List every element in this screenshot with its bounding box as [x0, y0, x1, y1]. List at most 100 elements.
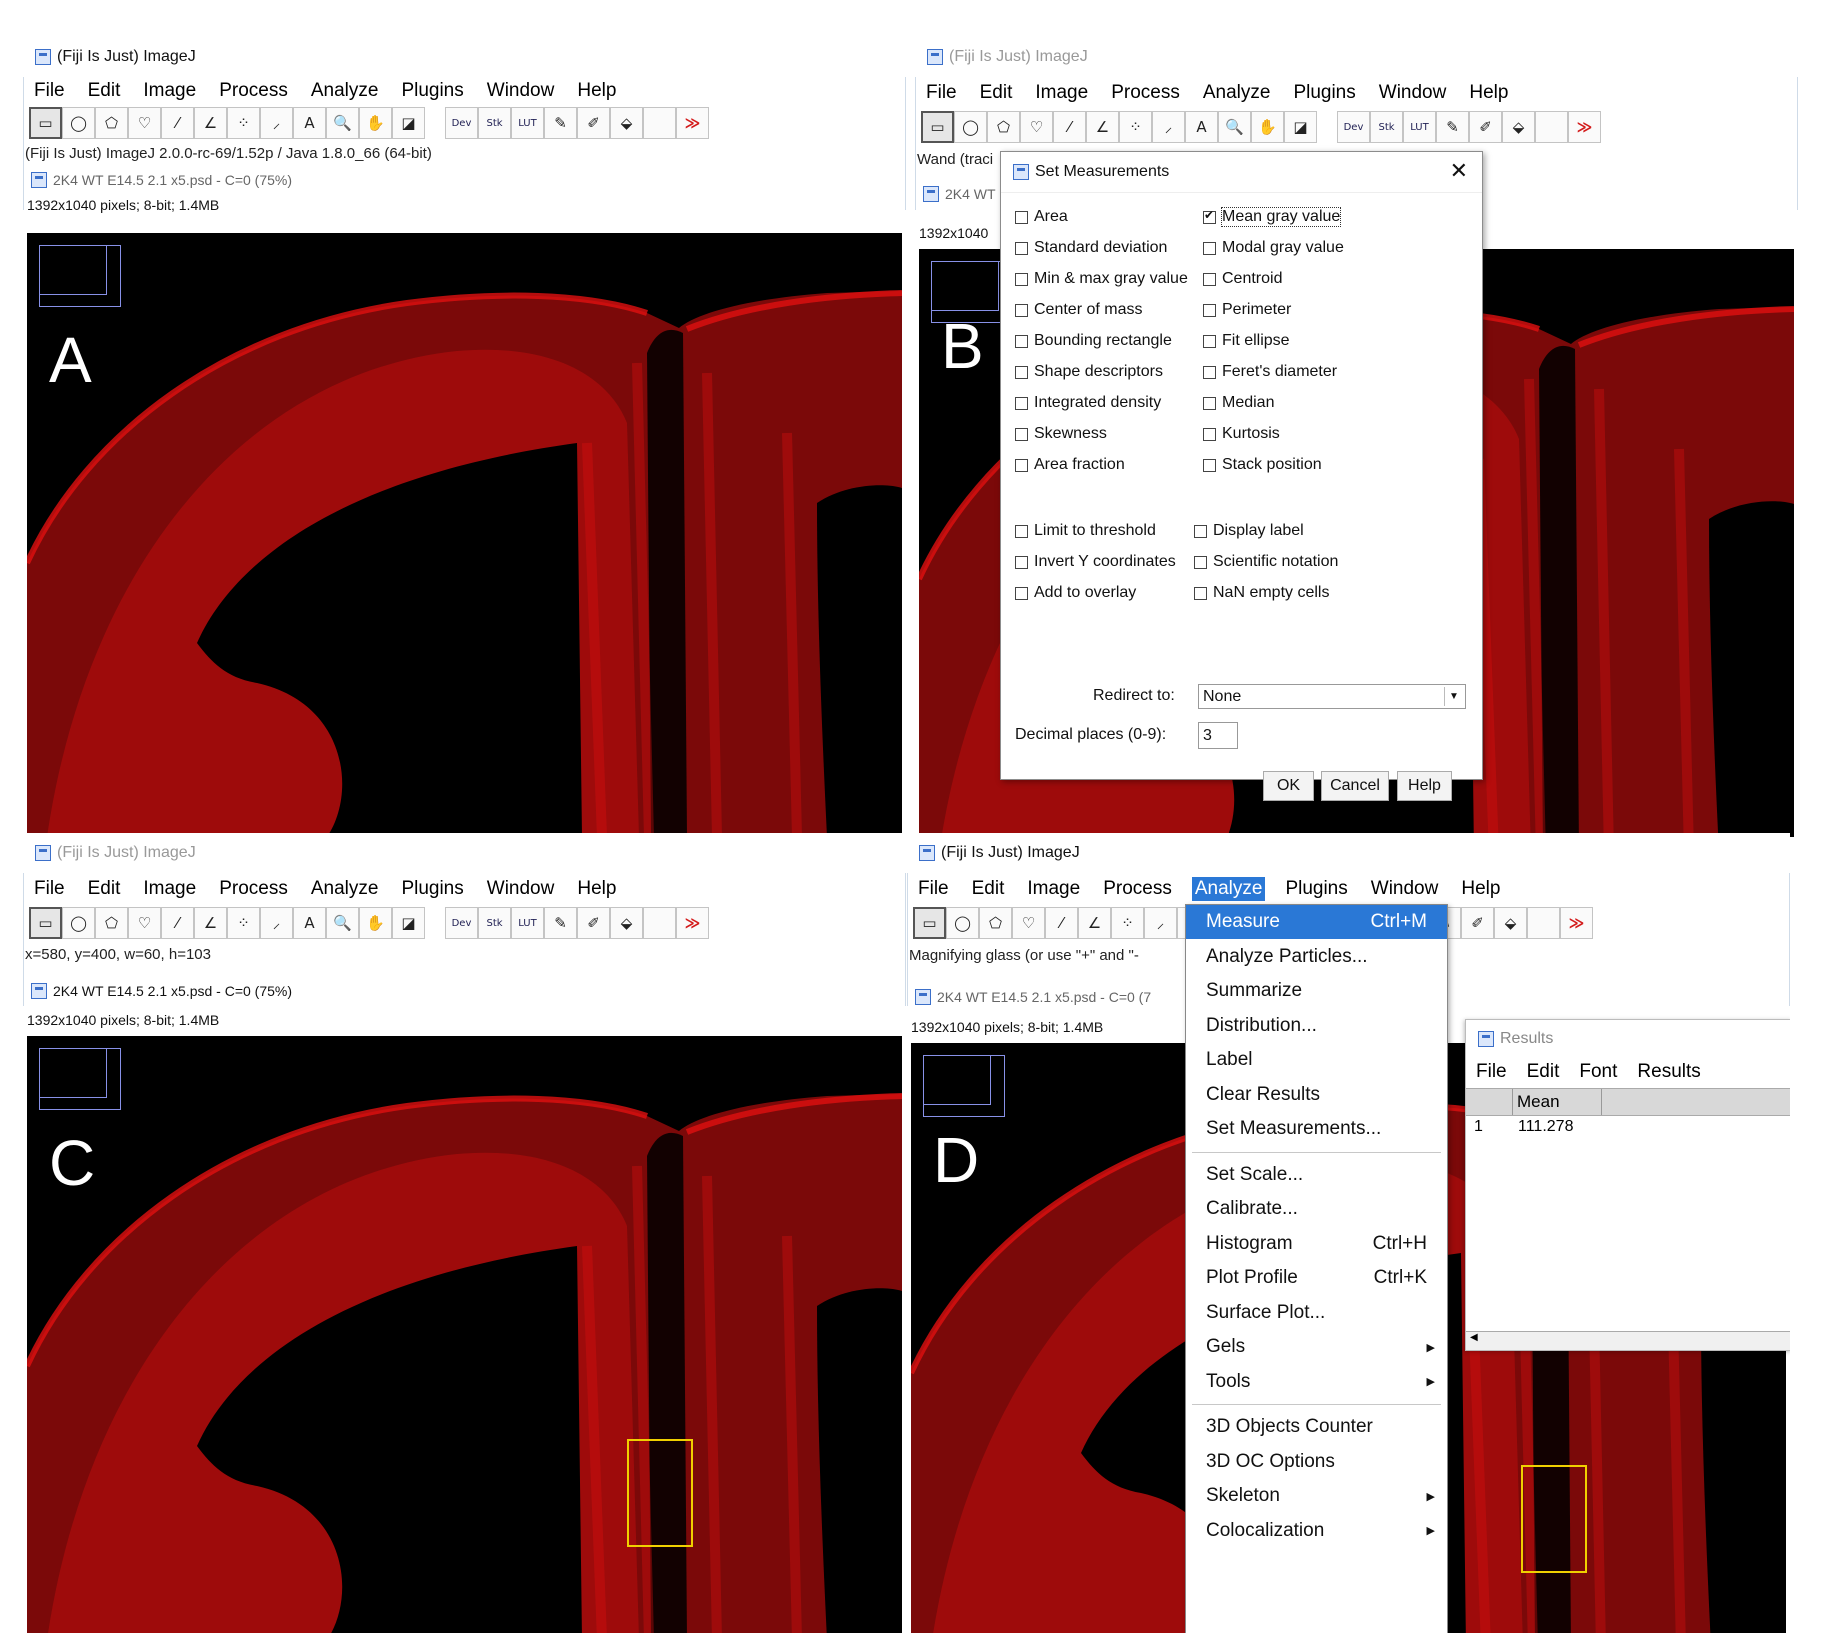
- point-tool-icon[interactable]: ⁘: [1119, 111, 1152, 143]
- checkbox-feret-s-diameter[interactable]: Feret's diameter: [1203, 363, 1337, 381]
- wand-tool-icon[interactable]: ⸝: [1144, 907, 1177, 939]
- dropper-tool-icon[interactable]: ◪: [392, 907, 425, 939]
- wand-tool-icon[interactable]: ⸝: [260, 907, 293, 939]
- hand-tool-icon[interactable]: ✋: [359, 907, 392, 939]
- menu-file[interactable]: File: [31, 79, 68, 103]
- point-tool-icon[interactable]: ⁘: [1111, 907, 1144, 939]
- menu-window[interactable]: Window: [484, 79, 558, 103]
- checkbox-box[interactable]: [1015, 272, 1028, 286]
- text-tool-icon[interactable]: A: [293, 907, 326, 939]
- menu-plugins[interactable]: Plugins: [398, 79, 466, 103]
- flood-fill-tool-icon[interactable]: ⬙: [1494, 907, 1527, 939]
- menu-item-histogram[interactable]: Histogram Ctrl+H: [1186, 1227, 1447, 1261]
- checkbox-box[interactable]: [1203, 334, 1216, 348]
- menu-window[interactable]: Window: [1376, 81, 1450, 105]
- checkbox-box[interactable]: [1203, 458, 1216, 472]
- lut-tool-icon[interactable]: LUT: [511, 107, 544, 139]
- lut-tool-icon[interactable]: LUT: [511, 907, 544, 939]
- ok-button[interactable]: OK: [1263, 771, 1314, 801]
- results-menu-edit[interactable]: Edit: [1527, 1061, 1560, 1083]
- flood-fill-tool-icon[interactable]: ⬙: [610, 907, 643, 939]
- checkbox-box[interactable]: [1015, 555, 1028, 569]
- checkbox-box[interactable]: [1015, 396, 1028, 410]
- checkbox-min-max-gray-value[interactable]: Min & max gray value: [1015, 270, 1188, 288]
- brush-tool-icon[interactable]: ✐: [1461, 907, 1494, 939]
- brush-tool-icon[interactable]: ✐: [1469, 111, 1502, 143]
- stk-tool-icon[interactable]: Stk: [478, 907, 511, 939]
- polygon-tool-icon[interactable]: ⬠: [987, 111, 1020, 143]
- oval-tool-icon[interactable]: ◯: [954, 111, 987, 143]
- flood-fill-tool-icon[interactable]: ⬙: [1502, 111, 1535, 143]
- decimal-places-field[interactable]: 3: [1198, 722, 1238, 749]
- pencil-tool-icon[interactable]: ✎: [1436, 111, 1469, 143]
- menu-item-plot-profile[interactable]: Plot Profile Ctrl+K: [1186, 1261, 1447, 1295]
- rectangle-tool-icon[interactable]: ▭: [913, 907, 946, 939]
- polygon-tool-icon[interactable]: ⬠: [979, 907, 1012, 939]
- stk-tool-icon[interactable]: Stk: [1370, 111, 1403, 143]
- oval-tool-icon[interactable]: ◯: [62, 907, 95, 939]
- checkbox-standard-deviation[interactable]: Standard deviation: [1015, 239, 1167, 257]
- rectangle-tool-icon[interactable]: ▭: [921, 111, 954, 143]
- checkbox-skewness[interactable]: Skewness: [1015, 425, 1107, 443]
- hand-tool-icon[interactable]: ✋: [1251, 111, 1284, 143]
- menu-edit[interactable]: Edit: [977, 81, 1016, 105]
- checkbox-box[interactable]: [1194, 555, 1207, 569]
- menu-process[interactable]: Process: [1100, 877, 1175, 901]
- wand-tool-icon[interactable]: ⸝: [260, 107, 293, 139]
- menu-window[interactable]: Window: [1368, 877, 1442, 901]
- menu-plugins[interactable]: Plugins: [398, 877, 466, 901]
- line-tool-icon[interactable]: ⁄: [161, 107, 194, 139]
- checkbox-bounding-rectangle[interactable]: Bounding rectangle: [1015, 332, 1172, 350]
- angle-tool-icon[interactable]: ∠: [1078, 907, 1111, 939]
- rectangle-tool-icon[interactable]: ▭: [29, 107, 62, 139]
- checkbox-box[interactable]: [1015, 334, 1028, 348]
- checkbox-fit-ellipse[interactable]: Fit ellipse: [1203, 332, 1290, 350]
- empty-tool-slot[interactable]: [1527, 907, 1560, 939]
- menu-item-set-scale[interactable]: Set Scale...: [1186, 1158, 1447, 1192]
- checkbox-center-of-mass[interactable]: Center of mass: [1015, 301, 1142, 319]
- angle-tool-icon[interactable]: ∠: [194, 107, 227, 139]
- menu-analyze[interactable]: Analyze: [1191, 877, 1266, 901]
- menu-help[interactable]: Help: [1458, 877, 1503, 901]
- brush-tool-icon[interactable]: ✐: [577, 107, 610, 139]
- hand-tool-icon[interactable]: ✋: [359, 107, 392, 139]
- magnifier-tool-icon[interactable]: 🔍: [1218, 111, 1251, 143]
- menu-item-gels[interactable]: Gels ▶: [1186, 1330, 1447, 1364]
- menu-item-label[interactable]: Label: [1186, 1043, 1447, 1077]
- lut-tool-icon[interactable]: LUT: [1403, 111, 1436, 143]
- menu-help[interactable]: Help: [574, 877, 619, 901]
- chevron-down-icon[interactable]: ▼: [1444, 687, 1463, 706]
- checkbox-box[interactable]: [1203, 365, 1216, 379]
- checkbox-box[interactable]: [1194, 524, 1207, 538]
- checkbox-add-to-overlay[interactable]: Add to overlay: [1015, 584, 1136, 602]
- line-tool-icon[interactable]: ⁄: [1053, 111, 1086, 143]
- freehand-tool-icon[interactable]: ♡: [1012, 907, 1045, 939]
- freehand-tool-icon[interactable]: ♡: [1020, 111, 1053, 143]
- menu-plugins[interactable]: Plugins: [1282, 877, 1350, 901]
- menu-item-distribution[interactable]: Distribution...: [1186, 1009, 1447, 1043]
- checkbox-area-fraction[interactable]: Area fraction: [1015, 456, 1125, 474]
- oval-tool-icon[interactable]: ◯: [62, 107, 95, 139]
- text-tool-icon[interactable]: A: [1185, 111, 1218, 143]
- flood-fill-tool-icon[interactable]: ⬙: [610, 107, 643, 139]
- menu-help[interactable]: Help: [1466, 81, 1511, 105]
- more-tools-icon[interactable]: ≫: [1560, 907, 1593, 939]
- checkbox-box[interactable]: [1015, 303, 1028, 317]
- cancel-button[interactable]: Cancel: [1321, 771, 1389, 801]
- checkbox-box[interactable]: [1203, 208, 1216, 224]
- column-header-mean[interactable]: Mean: [1512, 1089, 1602, 1115]
- menu-plugins[interactable]: Plugins: [1290, 81, 1358, 105]
- rectangle-roi[interactable]: [1521, 1465, 1587, 1573]
- freehand-tool-icon[interactable]: ♡: [128, 107, 161, 139]
- checkbox-area[interactable]: Area: [1015, 208, 1068, 226]
- point-tool-icon[interactable]: ⁘: [227, 907, 260, 939]
- empty-tool-slot[interactable]: [1535, 111, 1568, 143]
- freehand-tool-icon[interactable]: ♡: [128, 907, 161, 939]
- image-canvas[interactable]: A: [27, 233, 902, 837]
- point-tool-icon[interactable]: ⁘: [227, 107, 260, 139]
- help-button[interactable]: Help: [1397, 771, 1452, 801]
- empty-tool-slot[interactable]: [643, 907, 676, 939]
- checkbox-box[interactable]: [1015, 241, 1028, 255]
- checkbox-box[interactable]: [1015, 524, 1028, 538]
- more-tools-icon[interactable]: ≫: [676, 907, 709, 939]
